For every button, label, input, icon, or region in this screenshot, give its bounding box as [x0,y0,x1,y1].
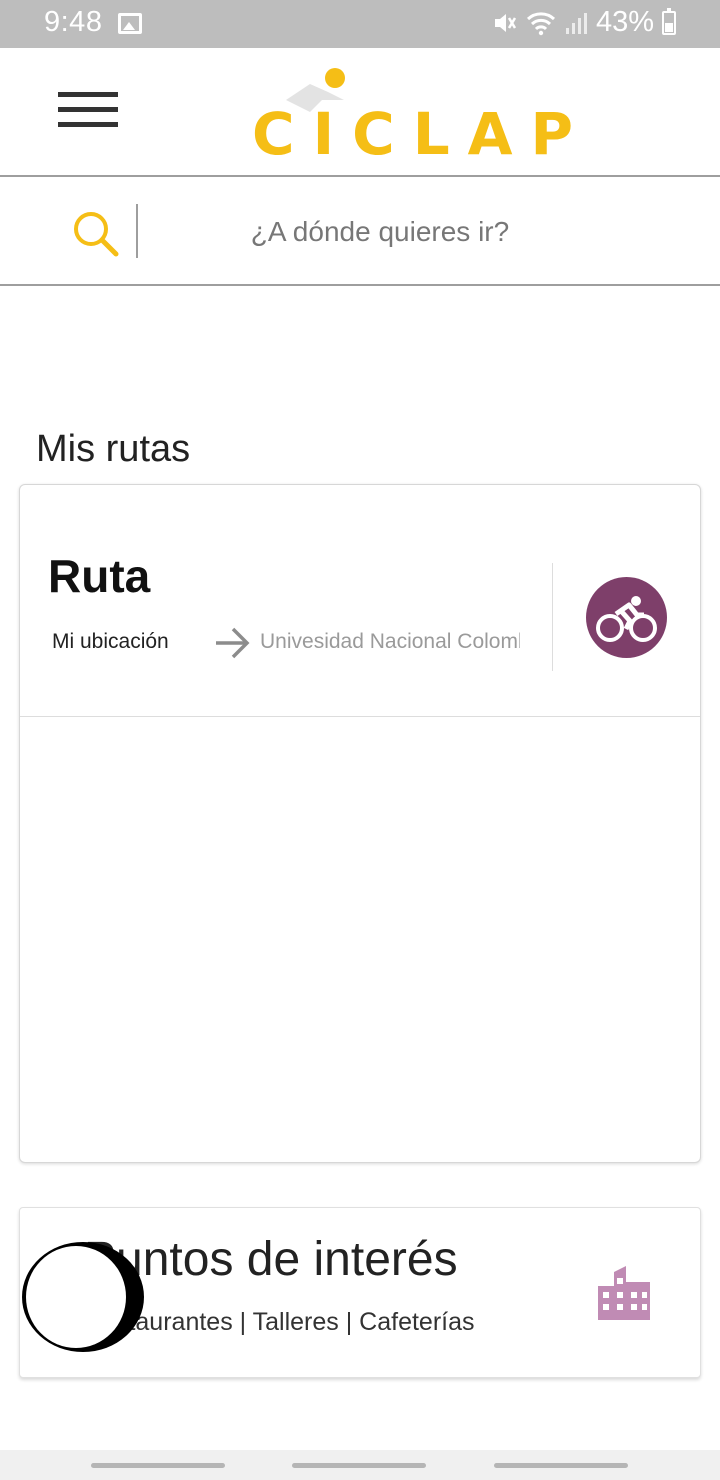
bicycle-icon[interactable] [586,577,667,658]
signal-icon [565,12,587,34]
mute-icon [494,13,517,32]
search-input[interactable] [160,212,600,252]
route-card[interactable]: Ruta Mi ubicación Univesidad Nacional Co… [19,484,701,1163]
status-right: 43% [492,6,676,39]
floating-lens[interactable] [26,1246,126,1348]
navigation-bar [0,1450,720,1480]
image-icon [118,13,142,34]
building-icon [598,1266,650,1320]
route-title: Ruta [48,550,151,602]
route-destination: Univesidad Nacional Colombia [260,630,520,653]
route-vertical-divider [552,563,553,671]
route-origin: Mi ubicación [52,630,169,653]
search-icon[interactable] [70,208,120,258]
app-bar: CICLAP [0,48,720,177]
hamburger-icon[interactable] [58,92,118,128]
search-divider [136,204,138,258]
status-bar: 9:48 43% [0,0,720,48]
search-bar [0,178,720,286]
arrow-right-icon [216,627,250,659]
app-logo: CICLAP [252,66,573,168]
poi-subtitle: Restaurantes | Talleres | Cafeterías [84,1308,475,1336]
route-horizontal-divider [20,716,700,717]
wifi-icon [526,11,555,35]
nav-recent-apps[interactable] [91,1463,225,1468]
battery-percentage: 43% [595,6,654,38]
logo-text: CICLAP [252,100,592,168]
my-routes-title: Mis rutas [36,428,191,470]
nav-home[interactable] [292,1463,426,1468]
status-time: 9:48 [44,6,103,38]
battery-icon [662,7,676,35]
nav-back[interactable] [494,1463,628,1468]
